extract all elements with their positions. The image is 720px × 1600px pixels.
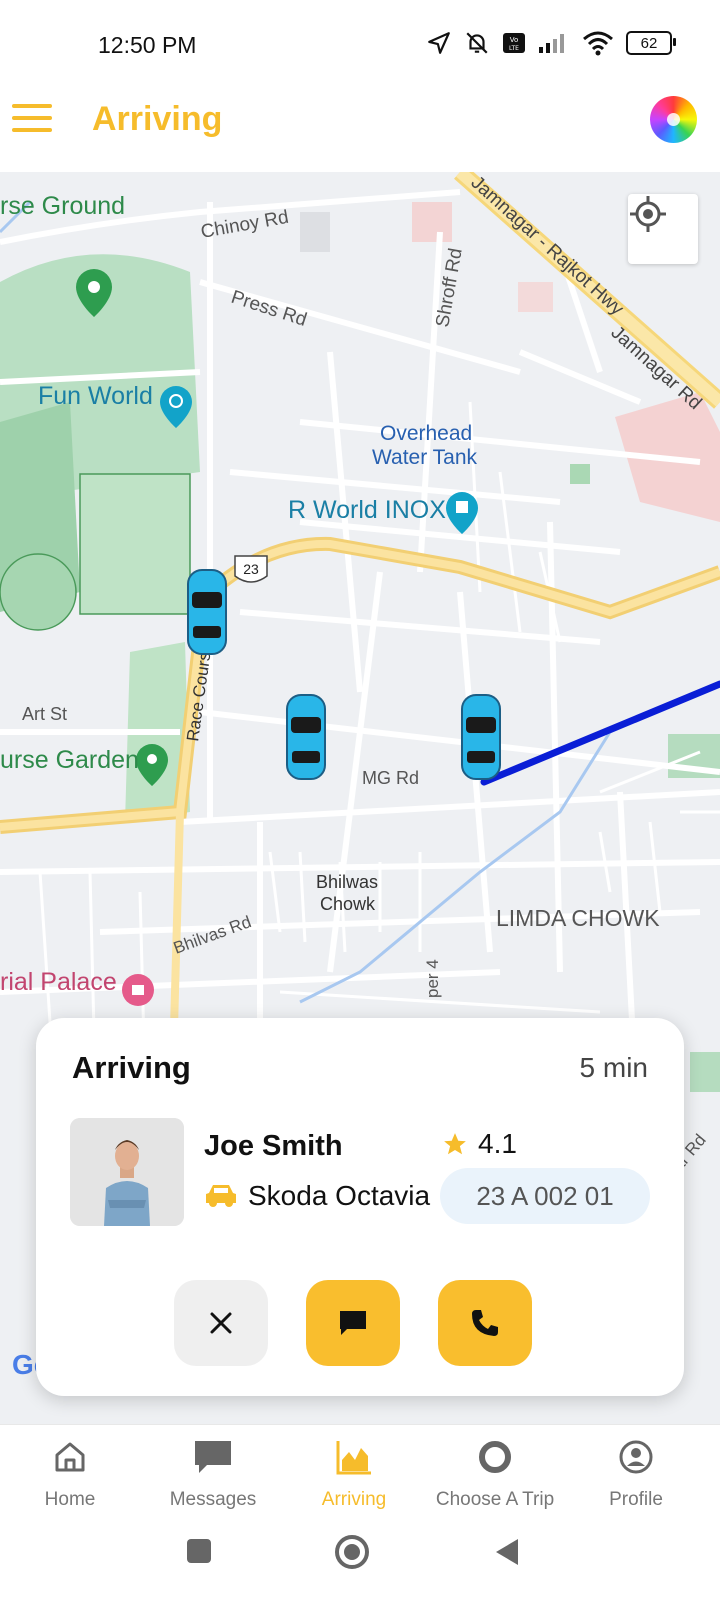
- svg-text:LTE: LTE: [509, 45, 519, 52]
- volte-icon: VoLTE: [503, 33, 525, 53]
- svg-text:Vo: Vo: [510, 36, 519, 44]
- trip-card: Arriving 5 min Joe Smith 4.1 Skoda Octav…: [36, 1018, 684, 1396]
- license-plate: 23 A 002 01: [440, 1168, 650, 1224]
- car-marker: [461, 694, 501, 780]
- battery-level: 62: [640, 34, 658, 52]
- map-label: Art St: [22, 704, 67, 724]
- square-icon: [187, 1539, 211, 1563]
- message-driver-button[interactable]: [306, 1280, 400, 1366]
- car-marker: [187, 569, 227, 655]
- nav-label: Home: [44, 1489, 96, 1510]
- star-icon: [444, 1133, 466, 1155]
- palace-pin-icon: [122, 974, 154, 1006]
- driver-avatar[interactable]: [70, 1118, 184, 1226]
- back-triangle-icon: [496, 1539, 518, 1565]
- trip-status: Arriving: [72, 1050, 191, 1085]
- wifi-icon: [583, 31, 613, 56]
- map-label: Chowk: [320, 894, 376, 914]
- map-label: Water Tank: [372, 446, 478, 469]
- highway-shield-label: 23: [243, 561, 259, 577]
- chart-icon: [336, 1441, 371, 1475]
- color-wheel-icon[interactable]: [650, 96, 697, 143]
- location-arrow-icon: [428, 32, 450, 54]
- message-icon: [195, 1441, 231, 1473]
- nav-label: Profile: [609, 1489, 663, 1510]
- bottom-nav: Home Messages Arriving Choose A Trip Pro…: [0, 1424, 720, 1525]
- menu-icon[interactable]: [12, 104, 52, 136]
- recents-button[interactable]: [186, 1538, 212, 1569]
- my-location-button[interactable]: [628, 194, 698, 264]
- crosshair-icon: [630, 196, 666, 232]
- nav-label: Messages: [169, 1489, 257, 1510]
- nav-item-profile[interactable]: Profile: [566, 1437, 706, 1511]
- building-area: [412, 202, 452, 242]
- car-marker: [286, 694, 326, 780]
- back-button[interactable]: [494, 1538, 520, 1571]
- map-label: urse Garden: [0, 746, 139, 774]
- status-icons: Vo LTE 62: [426, 30, 676, 56]
- cancel-trip-button[interactable]: [174, 1280, 268, 1366]
- home-icon: [55, 1442, 85, 1472]
- map-label: MG Rd: [362, 768, 419, 788]
- car-info: Skoda Octavia: [204, 1180, 430, 1212]
- map-label: rse Ground: [0, 192, 125, 220]
- map-label: rial Palace: [0, 968, 117, 996]
- eta-text: 5 min: [579, 1052, 648, 1083]
- driver-name: Joe Smith: [204, 1130, 343, 1162]
- trip-actions: [174, 1280, 532, 1366]
- system-nav-bar: [0, 1524, 720, 1600]
- signal-icon: [539, 34, 564, 53]
- map-label: LIMDA CHOWK: [496, 905, 660, 931]
- map-label: Overhead: [380, 422, 472, 445]
- bell-off-icon: [466, 32, 488, 54]
- map-label: Fun World: [38, 382, 153, 410]
- home-circle-icon: [335, 1535, 369, 1569]
- building-area: [300, 212, 330, 252]
- map-label: per 4: [423, 959, 442, 998]
- map-label: R World INOX: [288, 496, 446, 524]
- chat-icon: [340, 1311, 366, 1335]
- phone-icon: [472, 1310, 498, 1336]
- home-system-button[interactable]: [334, 1534, 370, 1575]
- page-title: Arriving: [92, 100, 223, 138]
- car-model: Skoda Octavia: [248, 1180, 431, 1211]
- car-icon: [206, 1185, 236, 1207]
- battery-icon: 62: [626, 31, 676, 55]
- map-label: Bhilwas: [316, 872, 378, 892]
- nav-item-choose-trip[interactable]: Choose A Trip: [425, 1437, 565, 1511]
- profile-icon: [619, 1440, 653, 1474]
- highway-shield-icon: 23: [234, 555, 268, 583]
- status-bar: 12:50 PM Vo LTE 62: [0, 0, 720, 92]
- park-area: [690, 1052, 720, 1092]
- park-area: [570, 464, 590, 484]
- nav-label: Choose A Trip: [435, 1489, 555, 1510]
- park-area: [79, 473, 191, 615]
- nav-item-messages[interactable]: Messages: [143, 1437, 283, 1511]
- map-label: Bhilvas Rd: [171, 912, 254, 958]
- call-driver-button[interactable]: [438, 1280, 532, 1366]
- nav-item-home[interactable]: Home: [0, 1437, 140, 1511]
- nav-label: Arriving: [321, 1489, 387, 1510]
- cinema-icon: [446, 492, 478, 534]
- app-bar: Arriving: [0, 92, 720, 172]
- close-icon: [210, 1312, 232, 1334]
- nav-item-arriving[interactable]: Arriving: [284, 1437, 424, 1511]
- status-time: 12:50 PM: [98, 32, 197, 58]
- circle-icon: [479, 1441, 511, 1473]
- rating-value: 4.1: [478, 1128, 517, 1159]
- building-area: [518, 282, 553, 312]
- driver-rating: 4.1: [442, 1128, 517, 1160]
- driver-photo: [70, 1118, 184, 1226]
- map-label: Press Rd: [228, 287, 309, 331]
- park-area: [0, 553, 77, 631]
